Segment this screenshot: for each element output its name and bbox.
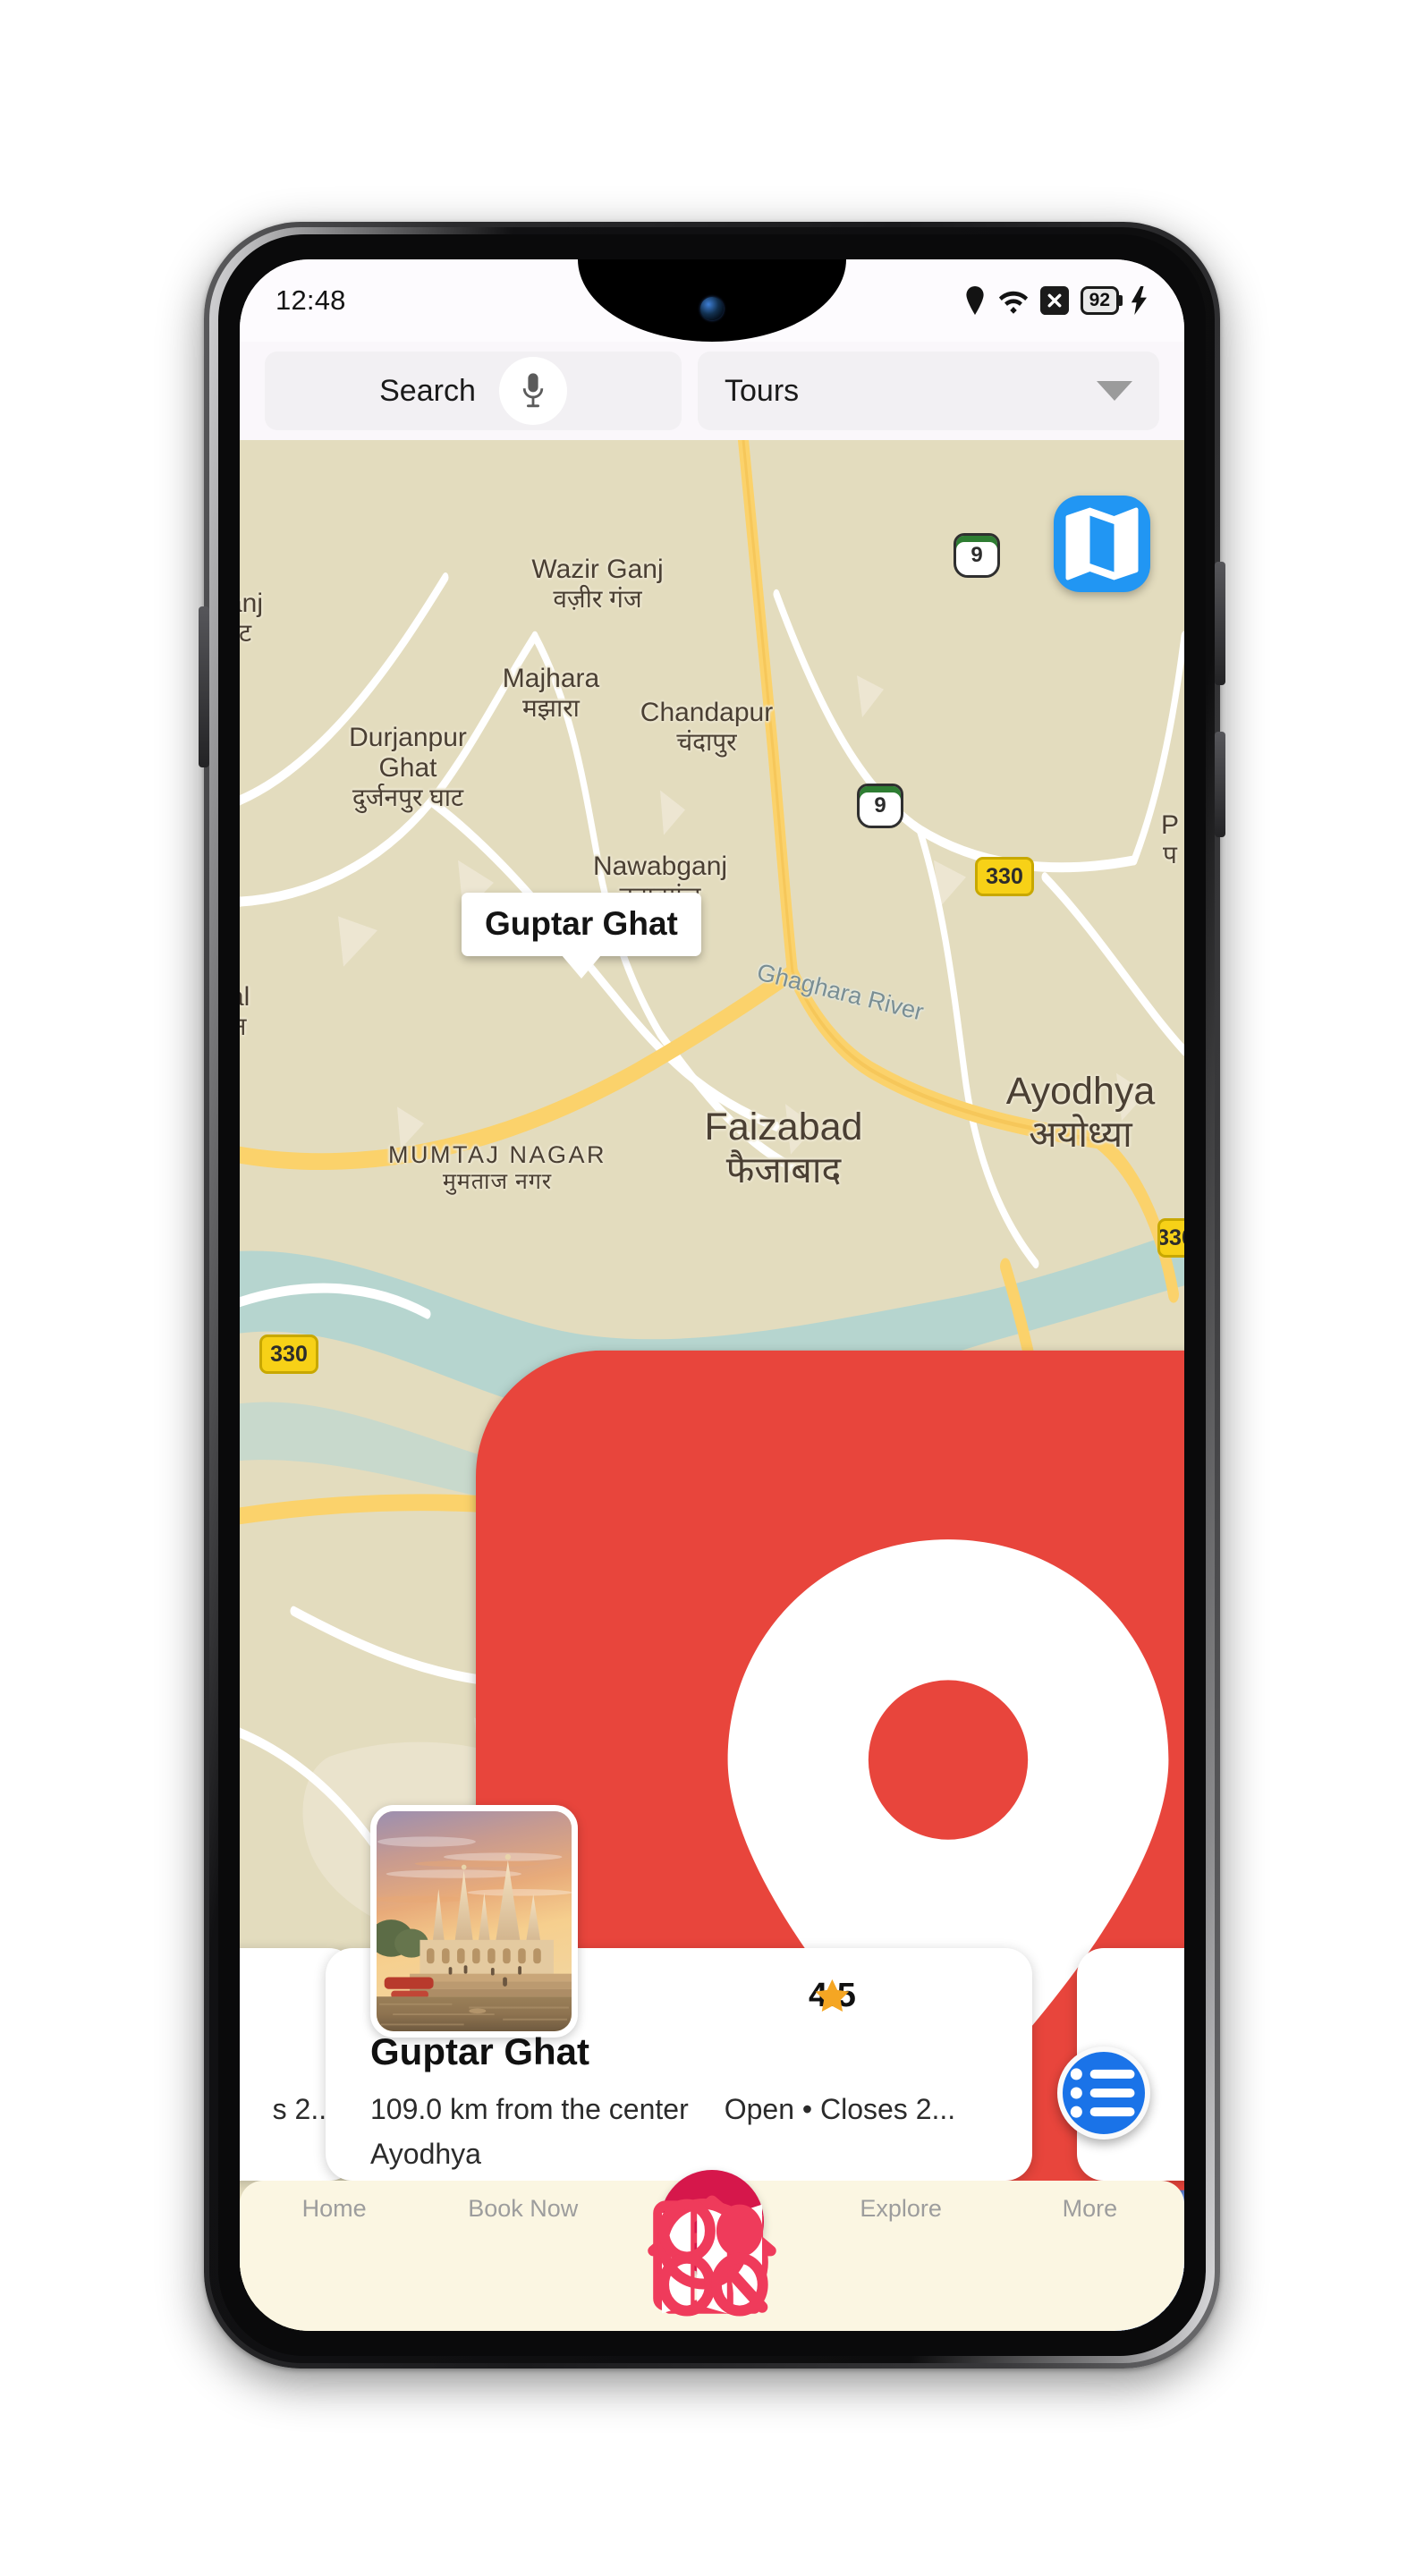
- tours-dropdown-label: Tours: [725, 373, 800, 408]
- place-hours: Open • Closes 2...: [724, 2093, 956, 2125]
- star-icon: [815, 1979, 850, 2012]
- search-input[interactable]: Search: [265, 352, 682, 430]
- power-button[interactable]: [1215, 562, 1225, 685]
- nav-item-more[interactable]: More: [658, 2195, 1174, 2317]
- wifi-icon: [998, 291, 1028, 314]
- volume-up-button[interactable]: [1215, 732, 1225, 837]
- phone-screen: 12:48 92 Search Tours Ghaghara River Waz…: [240, 259, 1184, 2331]
- temple-at-sunset-photo: [377, 1811, 572, 2031]
- map-canvas[interactable]: Ghaghara River Wazir Ganj वज़ीर गंज Majh…: [240, 440, 1184, 2331]
- place-meta-row: 109.0 km from the center Open • Closes 2…: [370, 2093, 1009, 2126]
- status-time: 12:48: [275, 284, 346, 316]
- marker-tooltip[interactable]: Guptar Ghat: [462, 893, 701, 956]
- highway-shield-9: 9: [857, 784, 903, 828]
- search-placeholder: Search: [379, 373, 476, 408]
- highway-shield-330: 330: [259, 1335, 318, 1374]
- chevron-down-icon: [1097, 381, 1132, 401]
- map-layers-button[interactable]: [1054, 496, 1150, 592]
- highway-shield-330: 330: [975, 857, 1034, 896]
- place-card-carousel[interactable]: s 2... Guptar Ghat 109.0 km from the cen…: [240, 1805, 1184, 2181]
- charging-bolt-icon: [1131, 285, 1147, 315]
- status-icons: 92: [963, 285, 1149, 316]
- place-rating: 4.5: [809, 1977, 856, 2015]
- list-view-button[interactable]: [1057, 2046, 1150, 2140]
- grid-dots-icon: [658, 2199, 768, 2317]
- place-title: Guptar Ghat: [370, 2030, 590, 2072]
- tours-dropdown[interactable]: Tours: [698, 352, 1159, 430]
- volume-down-button[interactable]: [199, 606, 209, 767]
- place-thumbnail[interactable]: [370, 1805, 578, 2038]
- search-header: Search Tours: [240, 342, 1184, 440]
- location-pin-icon: [966, 285, 984, 315]
- map-layers-icon: [1065, 507, 1139, 580]
- battery-icon: 92: [1080, 285, 1119, 316]
- microphone-icon[interactable]: [498, 357, 567, 425]
- front-camera-icon: [700, 297, 724, 320]
- place-card-selected[interactable]: 4.5 Guptar Ghat 109.0 km from the center…: [326, 1805, 1032, 2181]
- place-city: Ayodhya: [370, 2138, 481, 2170]
- bottom-navigation-bar: Home Book Now Explore More: [240, 2170, 1184, 2331]
- list-icon: [1070, 2068, 1135, 2118]
- place-distance: 109.0 km from the center: [370, 2093, 689, 2125]
- highway-shield-9: 9: [954, 533, 1000, 578]
- x-badge-icon: [1039, 285, 1069, 315]
